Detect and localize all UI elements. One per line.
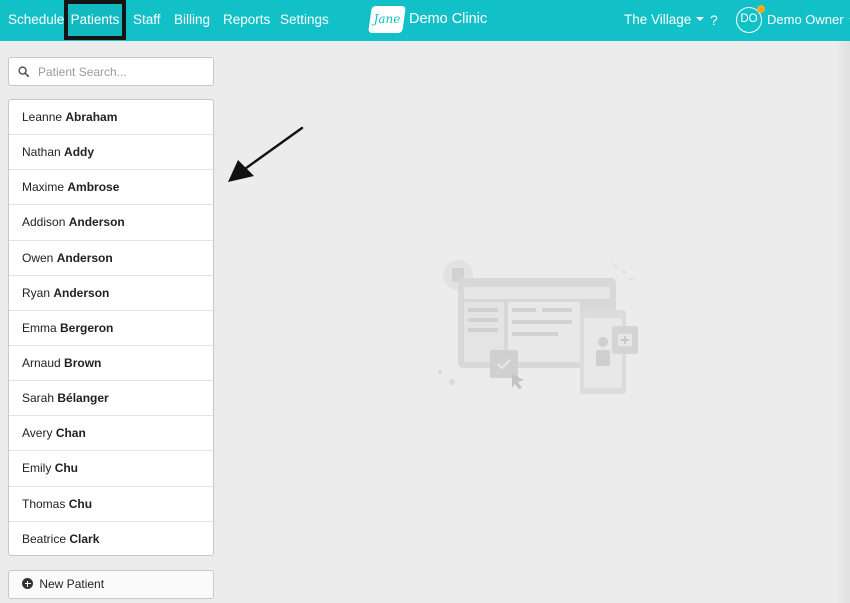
patient-first-name: Addison xyxy=(22,215,66,230)
patient-list: Leanne Abraham Nathan Addy Maxime Ambrose A… xyxy=(8,99,214,556)
patient-list-item[interactable]: Beatrice Clark xyxy=(9,522,213,555)
patient-search-box[interactable] xyxy=(8,57,214,86)
patient-last-name: Addy xyxy=(64,145,95,160)
patient-first-name: Beatrice xyxy=(22,531,67,546)
patient-list-item[interactable]: Owen Anderson xyxy=(9,241,213,276)
right-edge-shadow xyxy=(836,41,850,603)
new-patient-button[interactable]: New Patient xyxy=(8,570,214,599)
notification-dot xyxy=(757,5,765,13)
patient-list-item[interactable]: Avery Chan xyxy=(9,416,213,452)
patient-last-name: Chu xyxy=(54,461,79,476)
search-icon xyxy=(18,66,29,77)
patient-first-name: Maxime xyxy=(22,180,65,195)
top-navigation-bar: Schedule Patients Staff Billing Reports … xyxy=(0,0,850,41)
patient-last-name: Brown xyxy=(64,355,102,370)
empty-state-illustration xyxy=(438,260,638,394)
patient-list-item[interactable]: Emily Chu xyxy=(9,451,213,487)
annotation-arrow-icon xyxy=(228,126,304,182)
user-name: Demo Owner xyxy=(767,12,844,27)
nav-reports[interactable]: Reports xyxy=(223,0,270,40)
plus-circle-icon xyxy=(22,578,33,589)
patient-last-name: Anderson xyxy=(56,250,113,265)
caret-down-icon xyxy=(696,17,705,22)
patient-first-name: Owen xyxy=(22,250,54,265)
patient-last-name: Anderson xyxy=(68,215,125,230)
patient-list-item[interactable]: Addison Anderson xyxy=(9,205,213,241)
patient-list-item[interactable]: Arnaud Brown xyxy=(9,346,213,382)
patient-last-name: Chu xyxy=(68,496,93,511)
logo-text: Jane xyxy=(373,12,401,26)
help-button[interactable]: ? xyxy=(710,0,718,40)
patient-first-name: Sarah xyxy=(22,391,55,406)
patient-list-item[interactable]: Maxime Ambrose xyxy=(9,170,213,206)
patient-last-name: Abraham xyxy=(65,110,118,124)
nav-schedule[interactable]: Schedule xyxy=(8,0,64,40)
nav-settings[interactable]: Settings xyxy=(280,0,329,40)
nav-billing[interactable]: Billing xyxy=(174,0,210,40)
patient-last-name: Chan xyxy=(55,426,86,441)
patient-list-item[interactable]: Thomas Chu xyxy=(9,487,213,522)
clinic-name: Demo Clinic xyxy=(409,11,488,27)
patient-list-item[interactable]: Emma Bergeron xyxy=(9,311,213,346)
nav-patients[interactable]: Patients xyxy=(64,0,126,40)
patient-list-item[interactable]: Ryan Anderson xyxy=(9,276,213,311)
user-menu[interactable]: Demo Owner xyxy=(767,0,850,40)
patient-last-name: Bergeron xyxy=(60,320,114,335)
patient-list-item[interactable]: Sarah Bélanger xyxy=(9,381,213,417)
nav-staff[interactable]: Staff xyxy=(133,0,161,40)
location-dropdown[interactable]: The Village xyxy=(624,0,705,40)
new-patient-label: New Patient xyxy=(39,577,105,591)
patient-first-name: Ryan xyxy=(22,285,51,300)
patient-first-name: Emma xyxy=(22,320,57,335)
patient-first-name: Nathan xyxy=(22,145,61,160)
patient-first-name: Avery xyxy=(22,426,53,441)
patient-last-name: Ambrose xyxy=(67,180,120,195)
patient-first-name: Arnaud xyxy=(22,355,61,370)
patient-last-name: Bélanger xyxy=(57,391,109,406)
patient-first-name: Leanne xyxy=(22,110,63,124)
patient-list-item[interactable]: Nathan Addy xyxy=(9,135,213,171)
jane-logo[interactable]: Jane xyxy=(368,6,406,33)
patient-last-name: Clark xyxy=(69,531,100,546)
patient-last-name: Anderson xyxy=(53,285,110,300)
patient-list-item[interactable]: Leanne Abraham xyxy=(9,100,213,136)
patient-first-name: Thomas xyxy=(22,496,66,511)
patient-first-name: Emily xyxy=(22,461,52,476)
location-label: The Village xyxy=(624,12,692,27)
patient-search-input[interactable] xyxy=(38,61,208,82)
